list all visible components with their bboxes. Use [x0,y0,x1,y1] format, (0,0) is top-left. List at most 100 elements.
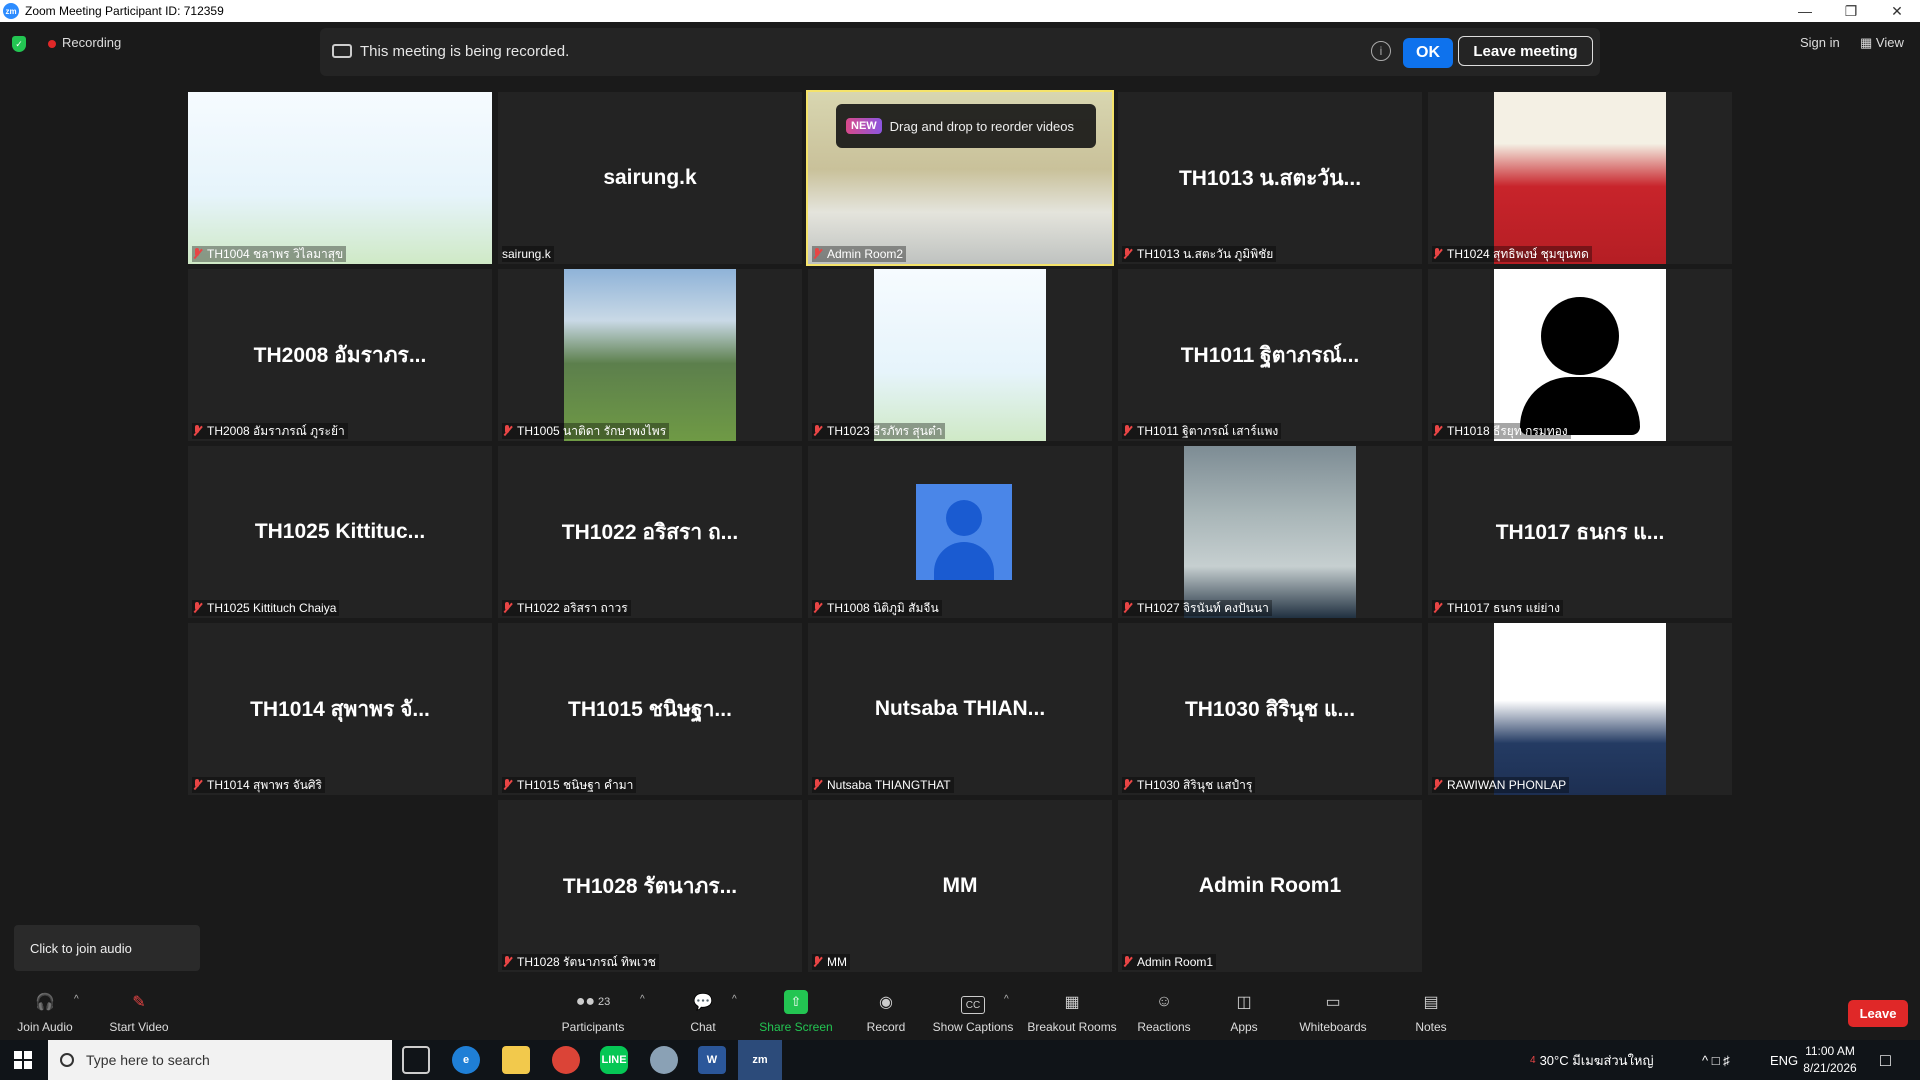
video-tile[interactable]: TH1004 ชลาพร วิไลมาสุข [188,92,492,264]
minimize-button[interactable]: — [1782,0,1828,22]
show-captions-label: Show Captions [932,1020,1014,1034]
participant-name-label: TH1008 นิติภูมิ สัมจีน [812,600,942,616]
video-tile[interactable]: TH1024 สุทธิพงษ์ ชุมขุนทด [1428,92,1732,264]
file-explorer-icon[interactable] [502,1046,530,1074]
start-video-button[interactable]: ✎ Start Video [104,980,174,1040]
drag-reorder-tooltip: NEW Drag and drop to reorder videos [836,104,1096,148]
participant-display-name: TH1022 อริสรา ถ... [561,520,739,544]
video-tile[interactable]: TH1011 ฐิตาภรณ์... TH1011 ฐิตาภรณ์ เสาร์… [1118,269,1422,441]
video-tile[interactable]: TH1025 Kittituc... TH1025 Kittituch Chai… [188,446,492,618]
system-clock[interactable]: 11:00 AM 8/21/2026 [1800,1043,1860,1077]
reactions-button[interactable]: ☺ Reactions [1137,980,1190,1040]
video-tile[interactable]: TH1030 สิรินุช แ... TH1030 สิรินุช แสปำร… [1118,623,1422,795]
weather-badge: 4 [1530,1054,1536,1066]
new-badge: NEW [846,118,882,134]
breakout-rooms-label: Breakout Rooms [1027,1020,1117,1034]
chat-chevron-icon[interactable]: ^ [732,994,737,1005]
share-screen-button[interactable]: ⇧ Share Screen [758,980,834,1040]
participant-name-label: Admin Room2 [812,246,907,262]
video-off-icon: ✎ [132,994,146,1011]
participant-display-name: TH1030 สิรินุช แ... [1184,697,1356,721]
whiteboards-button[interactable]: ▭ Whiteboards [1298,980,1368,1040]
video-tile[interactable]: TH1013 น.สตะวัน... TH1013 น.สตะวัน ภูมิพ… [1118,92,1422,264]
video-tile[interactable]: TH1017 ธนกร แ... TH1017 ธนกร แย่ย่าง [1428,446,1732,618]
participant-display-name: sairung.k [603,166,697,189]
security-shield-icon[interactable]: ✓ [12,36,26,52]
audio-options-chevron-icon[interactable]: ^ [74,994,79,1005]
whiteboard-icon: ▭ [1325,994,1341,1011]
leave-meeting-button[interactable]: Leave meeting [1458,36,1593,66]
participant-name: TH1015 ชนิษฐา คำมา [517,777,634,792]
language-indicator[interactable]: ENG [1770,1040,1798,1080]
task-view-icon[interactable] [402,1046,430,1074]
video-tile[interactable]: TH2008 อัมราภร... TH2008 อัมราภรณ์ ภูระย… [188,269,492,441]
show-captions-button[interactable]: CC Show Captions [932,980,1014,1040]
video-tile[interactable]: sairung.k sairung.k [498,92,802,264]
view-button[interactable]: ▦ View [1860,35,1904,51]
participant-name-label: sairung.k [502,246,554,262]
video-tile[interactable]: TH1022 อริสรา ถ... TH1022 อริสรา ถาวร [498,446,802,618]
participant-name: RAWIWAN PHONLAP [1447,778,1567,792]
record-button[interactable]: ◉ Record [866,980,906,1040]
windows-start-icon[interactable] [14,1051,32,1069]
participant-name-label: Admin Room1 [1122,954,1217,970]
restore-button[interactable]: ❐ [1828,0,1874,22]
video-tile[interactable]: TH1014 สุพาพร จั... TH1014 สุพาพร จันศิร… [188,623,492,795]
word-app-icon[interactable]: W [698,1046,726,1074]
leave-button[interactable]: Leave [1848,1000,1908,1027]
video-tile-active-speaker[interactable]: NEW Drag and drop to reorder videos Admi… [806,90,1114,266]
tray-icons[interactable]: ^ □ ♯ [1702,1040,1730,1080]
video-tile[interactable]: RAWIWAN PHONLAP [1428,623,1732,795]
window-title: Zoom Meeting Participant ID: 712359 [25,4,224,18]
info-icon[interactable]: i [1371,41,1391,61]
taskbar-search-box[interactable]: Type here to search [48,1040,392,1080]
participant-name-label: RAWIWAN PHONLAP [1432,777,1570,793]
participant-name: TH1030 สิรินุช แสปำรุ [1137,777,1253,792]
video-tile[interactable]: TH1015 ชนิษฐา... TH1015 ชนิษฐา คำมา [498,623,802,795]
muted-mic-icon [192,248,202,260]
participant-display-name: TH1015 ชนิษฐา... [568,697,732,721]
apps-label: Apps [1230,1020,1258,1034]
recording-notice-text: This meeting is being recorded. [360,43,570,60]
participant-name: TH1018 ธีรยุท กรมทอง [1447,423,1568,438]
sign-in-link[interactable]: Sign in [1800,35,1840,50]
muted-mic-icon [812,425,822,437]
captions-chevron-icon[interactable]: ^ [1004,994,1009,1005]
participant-display-name: Admin Room1 [1198,874,1342,897]
video-tile[interactable]: Admin Room1 Admin Room1 [1118,800,1422,972]
participant-name: MM [827,955,847,969]
participant-name: TH2008 อัมราภรณ์ ภูระย้า [207,423,345,438]
participants-button[interactable]: ●● 23 Participants [558,980,628,1040]
weather-widget[interactable]: 4 30°C มีเมฆส่วนใหญ่ [1530,1040,1654,1080]
chat-button[interactable]: 💬 Chat [686,980,720,1040]
app-icon[interactable] [650,1046,678,1074]
ok-button[interactable]: OK [1403,38,1453,68]
drag-tip-text: Drag and drop to reorder videos [889,118,1074,134]
breakout-rooms-icon: ▦ [1064,994,1080,1011]
edge-browser-icon[interactable]: e [452,1046,480,1074]
muted-mic-icon [812,956,822,968]
video-tile[interactable]: TH1023 ธีรภัทร สุนต๋า [808,269,1112,441]
participants-count: 23 [598,996,611,1008]
line-app-icon[interactable]: LINE [600,1046,628,1074]
breakout-rooms-button[interactable]: ▦ Breakout Rooms [1027,980,1117,1040]
notes-button[interactable]: ▤ Notes [1414,980,1448,1040]
video-tile[interactable]: Nutsaba THIAN... Nutsaba THIANGTHAT [808,623,1112,795]
notifications-icon[interactable]: □ [1880,1040,1891,1080]
join-audio-button[interactable]: 🎧 Join Audio [14,980,76,1040]
chrome-browser-icon[interactable] [552,1046,580,1074]
join-audio-tooltip[interactable]: Click to join audio [14,925,200,971]
video-tile[interactable]: TH1018 ธีรยุท กรมทอง [1428,269,1732,441]
zoom-taskbar-icon[interactable]: zm [738,1040,782,1080]
video-tile[interactable]: TH1027 จิรนันท์ คงปันนา [1118,446,1422,618]
video-tile[interactable]: MM MM [808,800,1112,972]
video-tile[interactable]: TH1005 นาติดา รักษาพงไพร [498,269,802,441]
video-tile[interactable]: TH1008 นิติภูมิ สัมจีน [808,446,1112,618]
participants-chevron-icon[interactable]: ^ [640,994,645,1005]
chat-label: Chat [690,1020,716,1034]
close-button[interactable]: ✕ [1874,0,1920,22]
recording-label[interactable]: Recording [62,35,121,50]
apps-button[interactable]: ◫ Apps [1228,980,1260,1040]
video-tile[interactable]: TH1028 รัตนาภร... TH1028 รัตนาภรณ์ ทิพเว… [498,800,802,972]
participant-display-name: TH1028 รัตนาภร... [562,874,738,898]
